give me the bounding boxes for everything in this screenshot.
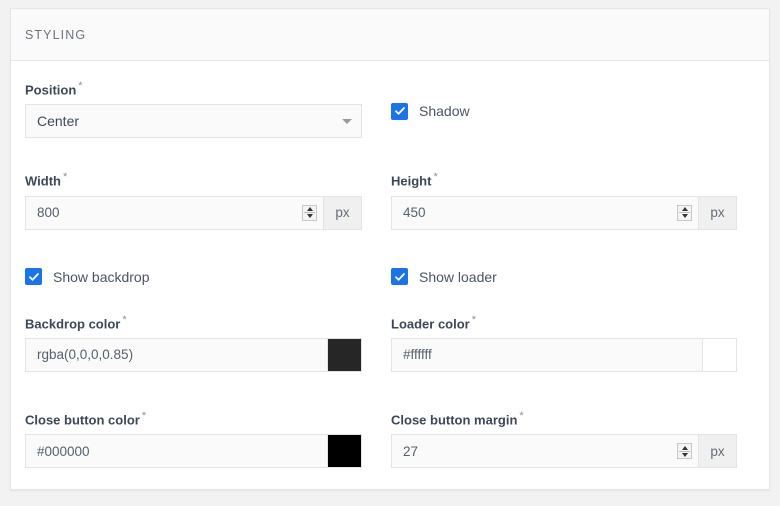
height-unit: px	[699, 195, 737, 230]
stepper-down-icon[interactable]	[306, 214, 313, 219]
show-backdrop-checkbox[interactable]	[25, 268, 42, 286]
close-button-margin-unit: px	[699, 434, 737, 469]
styling-card: STYLING Position * Center Shadow Width *…	[10, 8, 770, 490]
close-button-color-label: Close button color *	[25, 409, 147, 428]
close-button-margin-input-group: 27 px	[391, 434, 737, 469]
row-close-button: Close button color * #000000 Close button…	[25, 409, 755, 469]
width-label: Width *	[25, 171, 68, 189]
row-backdrop-loader-toggles: Show backdrop Show loader	[25, 267, 755, 287]
stepper-up-icon[interactable]	[681, 445, 688, 450]
show-loader-checkbox[interactable]	[391, 268, 408, 286]
height-label: Height *	[391, 171, 438, 189]
stepper-up-icon[interactable]	[681, 207, 688, 212]
required-asterisk: *	[62, 171, 68, 184]
check-icon	[394, 272, 405, 281]
backdrop-color-group: Backdrop color * rgba(0,0,0,0.85)	[25, 313, 390, 372]
close-button-color-group: Close button color * #000000	[25, 409, 390, 469]
chevron-down-icon	[342, 119, 352, 125]
card-header: STYLING	[11, 9, 769, 61]
card-body: Position * Center Shadow Width * 800 px …	[11, 61, 769, 469]
required-asterisk: *	[78, 80, 83, 92]
close-button-margin-group: Close button margin * 27 px	[390, 409, 755, 469]
check-icon	[28, 272, 39, 281]
close-button-margin-input[interactable]: 27	[391, 434, 699, 469]
loader-color-swatch[interactable]	[703, 337, 737, 372]
close-button-margin-value: 27	[403, 443, 419, 459]
close-button-color-input[interactable]: #000000	[25, 434, 328, 469]
position-select-value: Center	[37, 113, 80, 130]
stepper-up-icon[interactable]	[306, 207, 313, 212]
row-width-height: Width * 800 px Height * 450 px	[25, 170, 755, 230]
backdrop-color-label: Backdrop color *	[25, 313, 127, 331]
required-asterisk: *	[519, 409, 524, 422]
stepper-down-icon[interactable]	[681, 214, 688, 219]
width-field-group: Width * 800 px	[25, 170, 390, 230]
height-stepper[interactable]	[677, 204, 692, 221]
check-icon	[394, 107, 405, 115]
height-input-group: 450 px	[391, 195, 737, 230]
close-button-color-swatch[interactable]	[328, 434, 362, 469]
required-asterisk: *	[141, 409, 147, 422]
show-backdrop-group: Show backdrop	[25, 267, 390, 287]
close-button-color-value: #000000	[37, 443, 90, 459]
shadow-checkbox[interactable]	[391, 102, 408, 120]
required-asterisk: *	[122, 313, 127, 326]
width-unit: px	[324, 195, 362, 230]
stepper-divider	[304, 212, 315, 214]
row-position-shadow: Position * Center Shadow	[25, 79, 755, 139]
stepper-down-icon[interactable]	[681, 452, 688, 457]
position-label: Position *	[25, 80, 83, 98]
position-select[interactable]: Center	[25, 104, 362, 139]
close-button-margin-stepper[interactable]	[677, 443, 692, 460]
loader-color-label: Loader color *	[391, 313, 477, 331]
position-field-group: Position * Center	[25, 79, 390, 139]
shadow-checkbox-row[interactable]: Shadow	[391, 101, 737, 121]
show-loader-checkbox-row[interactable]: Show loader	[391, 267, 737, 287]
show-loader-label: Show loader	[419, 268, 497, 285]
width-input[interactable]: 800	[25, 195, 324, 230]
stepper-divider	[679, 212, 690, 214]
show-backdrop-checkbox-row[interactable]: Show backdrop	[25, 267, 362, 287]
backdrop-color-input-group: rgba(0,0,0,0.85)	[25, 337, 362, 372]
show-backdrop-label: Show backdrop	[53, 268, 150, 285]
width-value: 800	[37, 205, 60, 221]
loader-color-group: Loader color * #ffffff	[390, 313, 755, 372]
shadow-label: Shadow	[419, 103, 470, 119]
row-colors: Backdrop color * rgba(0,0,0,0.85) Loader …	[25, 313, 755, 372]
backdrop-color-input[interactable]: rgba(0,0,0,0.85)	[25, 337, 328, 372]
required-asterisk: *	[433, 171, 438, 184]
backdrop-color-swatch[interactable]	[328, 337, 362, 372]
show-loader-group: Show loader	[390, 267, 755, 287]
backdrop-color-value: rgba(0,0,0,0.85)	[37, 347, 134, 363]
width-input-group: 800 px	[25, 195, 362, 230]
loader-color-value: #ffffff	[403, 347, 432, 363]
page-title: STYLING	[25, 27, 87, 42]
stepper-divider	[679, 450, 690, 452]
height-value: 450	[403, 205, 426, 221]
loader-color-input-group: #ffffff	[391, 337, 737, 372]
close-button-color-input-group: #000000	[25, 434, 362, 469]
close-button-margin-label: Close button margin *	[391, 409, 524, 428]
loader-color-input[interactable]: #ffffff	[391, 337, 703, 372]
height-field-group: Height * 450 px	[390, 170, 755, 230]
height-input[interactable]: 450	[391, 195, 699, 230]
shadow-field-group: Shadow	[390, 79, 755, 138]
required-asterisk: *	[471, 313, 477, 326]
width-stepper[interactable]	[302, 204, 317, 221]
